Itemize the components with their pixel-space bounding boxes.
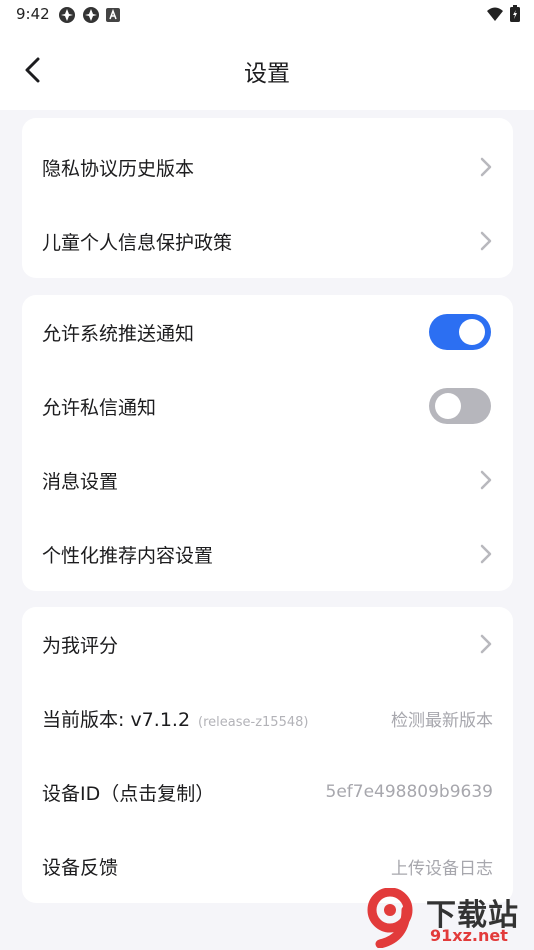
push-notify-item: 允许系统推送通知 [22, 295, 513, 369]
status-time: 9:42 [16, 5, 50, 23]
feedback-label: 设备反馈 [42, 856, 119, 879]
dm-notify-toggle[interactable] [429, 388, 491, 424]
push-notify-label: 允许系统推送通知 [42, 322, 195, 345]
app-notification-icon [59, 7, 75, 23]
rate-label: 为我评分 [42, 634, 119, 657]
app-notification-icon [83, 7, 99, 23]
message-settings-item[interactable]: 消息设置 [22, 443, 513, 517]
push-notify-toggle[interactable] [429, 314, 491, 350]
notification-card: 允许系统推送通知 允许私信通知 消息设置 个性化推荐内容设置 [22, 295, 513, 591]
about-card: 为我评分 当前版本: v7.1.2 (release-z15548) 检测最新版本… [22, 607, 513, 903]
battery-icon [510, 5, 520, 22]
toggle-knob [435, 393, 461, 419]
toggle-knob [459, 319, 485, 345]
personalized-label: 个性化推荐内容设置 [42, 544, 214, 567]
privacy-history-item[interactable]: 隐私协议历史版本 [22, 130, 513, 204]
dm-notify-item: 允许私信通知 [22, 369, 513, 443]
rate-item[interactable]: 为我评分 [22, 607, 513, 681]
dm-notify-label: 允许私信通知 [42, 396, 157, 419]
page-title: 设置 [244, 61, 290, 87]
personalized-item[interactable]: 个性化推荐内容设置 [22, 517, 513, 591]
chevron-right-icon [480, 157, 492, 177]
child-privacy-label: 儿童个人信息保护政策 [42, 231, 233, 254]
chevron-right-icon [480, 634, 492, 654]
upload-log-button[interactable]: 上传设备日志 [391, 854, 493, 879]
watermark-domain: 91xz.net [430, 926, 508, 945]
watermark-9-icon [367, 888, 413, 948]
status-notification-icons [58, 6, 120, 24]
version-label: 当前版本: v7.1.2 [42, 708, 191, 731]
version-build: (release-z15548) [198, 714, 309, 730]
watermark-logo: 下载站 91xz.net [360, 888, 530, 948]
status-bar: 9:42 [0, 0, 534, 30]
chevron-right-icon [480, 544, 492, 564]
page-header: 设置 [0, 30, 534, 110]
chevron-right-icon [480, 231, 492, 251]
check-update-button[interactable]: 检测最新版本 [391, 706, 493, 731]
policy-card: 隐私协议历史版本 儿童个人信息保护政策 [22, 118, 513, 278]
device-id-label: 设备ID（点击复制） [42, 782, 215, 805]
device-id-item[interactable]: 设备ID（点击复制） 5ef7e498809b9639 [22, 755, 513, 829]
status-system-icons [486, 5, 520, 22]
device-id-value: 5ef7e498809b9639 [325, 782, 494, 802]
message-settings-label: 消息设置 [42, 470, 119, 493]
child-privacy-item[interactable]: 儿童个人信息保护政策 [22, 204, 513, 278]
a-notification-icon [106, 8, 120, 22]
chevron-right-icon [480, 470, 492, 490]
wifi-icon [487, 7, 503, 21]
version-item: 当前版本: v7.1.2 (release-z15548) 检测最新版本 [22, 681, 513, 755]
privacy-history-label: 隐私协议历史版本 [42, 157, 195, 180]
version-info: 当前版本: v7.1.2 (release-z15548) [42, 705, 308, 732]
